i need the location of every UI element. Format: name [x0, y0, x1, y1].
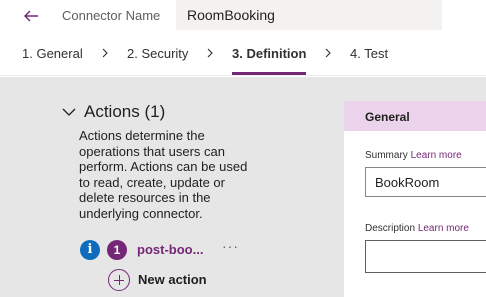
plus-circle-icon[interactable] [108, 269, 130, 291]
description-label-text: Description [365, 223, 416, 234]
summary-input[interactable] [365, 167, 486, 197]
back-arrow-icon[interactable] [22, 7, 40, 25]
step-definition[interactable]: 3. Definition [232, 46, 306, 61]
general-panel-header: General [344, 101, 486, 131]
general-panel-title: General [365, 110, 410, 124]
chevron-right-icon [207, 48, 213, 58]
actions-section-title: Actions (1) [84, 102, 166, 121]
step-test[interactable]: 4. Test [350, 46, 388, 61]
actions-description: Actions determine the operations that us… [79, 128, 248, 221]
summary-learn-more-link[interactable]: Learn more [411, 150, 462, 161]
description-label: Description Learn more [365, 223, 469, 234]
active-step-indicator [232, 72, 306, 75]
step-security[interactable]: 2. Security [127, 46, 188, 61]
step-general[interactable]: 1. General [22, 46, 83, 61]
action-item-post-booking[interactable]: post-boo... [137, 242, 203, 257]
chevron-right-icon [102, 48, 108, 58]
connector-name-label: Connector Name [62, 8, 161, 23]
more-icon[interactable]: ··· [222, 238, 239, 254]
chevron-down-icon[interactable] [62, 107, 76, 117]
connector-name-input[interactable] [176, 0, 442, 30]
action-number-badge: 1 [107, 240, 127, 260]
info-icon[interactable]: i [80, 240, 100, 260]
general-panel: General Summary Learn more Description L… [344, 101, 486, 297]
description-input[interactable] [365, 240, 486, 273]
step-navigation: 1. General 2. Security 3. Definition 4. … [0, 32, 486, 76]
summary-label: Summary Learn more [365, 150, 462, 161]
description-learn-more-link[interactable]: Learn more [418, 223, 469, 234]
header-bar: Connector Name [0, 0, 486, 32]
new-action-button[interactable]: New action [138, 272, 207, 287]
chevron-right-icon [325, 48, 331, 58]
summary-label-text: Summary [365, 150, 408, 161]
